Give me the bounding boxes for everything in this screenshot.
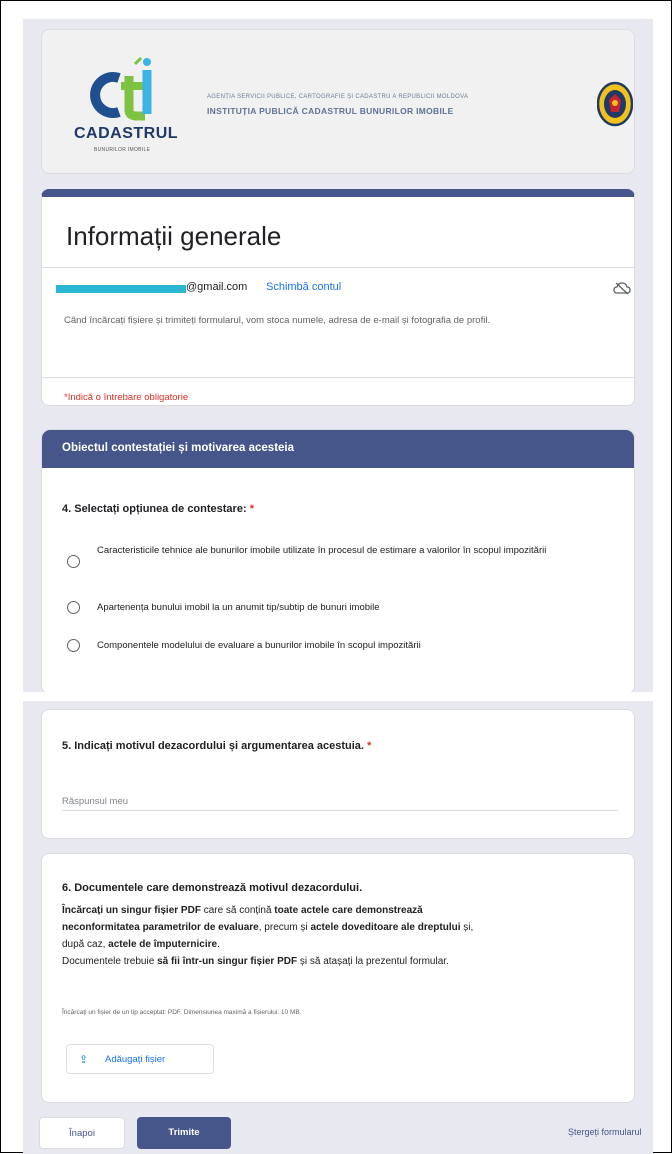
option-3-label[interactable]: Componentele modelului de evaluare a bun… bbox=[97, 639, 607, 653]
desc-bold: Încărcați un singur fișier PDF bbox=[62, 905, 201, 916]
question-6-card: 6. Documentele care demonstrează motivul… bbox=[41, 853, 635, 1103]
answer-underline bbox=[62, 810, 618, 811]
answer-input[interactable]: Răspunsul meu bbox=[62, 796, 128, 807]
desc-text: . bbox=[217, 939, 220, 950]
required-star: * bbox=[249, 503, 254, 515]
add-file-label: Adăugați fișier bbox=[105, 1054, 166, 1065]
redacted-email bbox=[56, 285, 186, 293]
desc-text: și să atașați la prezentul formular. bbox=[297, 956, 449, 967]
desc-bold: să fii într-un singur fișier PDF bbox=[157, 956, 298, 967]
header-banner: CADASTRUL BUNURILOR IMOBILE AGENȚIA SERV… bbox=[41, 29, 635, 174]
required-question-note: *Indică o întrebare obligatorie bbox=[64, 392, 189, 403]
desc-text: după caz, bbox=[62, 939, 109, 950]
question-text: 4. Selectați opțiunea de contestare: bbox=[62, 503, 247, 515]
question-4-label: 4. Selectați opțiunea de contestare: * bbox=[62, 503, 254, 515]
section-title: Obiectul contestației și motivarea acest… bbox=[62, 442, 295, 454]
account-email: @gmail.com bbox=[186, 281, 248, 293]
radio-option-3[interactable] bbox=[67, 639, 80, 652]
submit-button[interactable]: Trimite bbox=[137, 1117, 231, 1149]
contest-section-card: Obiectul contestației și motivarea acest… bbox=[41, 429, 635, 692]
coat-of-arms-icon bbox=[597, 81, 633, 127]
cadastru-logo-icon bbox=[90, 56, 152, 121]
form-title: Informații generale bbox=[66, 221, 282, 251]
logo-subtitle: BUNURILOR IMOBILE bbox=[94, 147, 151, 153]
required-star: * bbox=[367, 740, 372, 752]
desc-text: Documentele trebuie bbox=[62, 956, 158, 967]
upload-hint: Încărcați un fișier de un tip acceptat: … bbox=[62, 1009, 302, 1016]
divider bbox=[42, 377, 634, 378]
submit-label: Trimite bbox=[168, 1127, 200, 1138]
data-collection-notice: Când încărcați fișiere și trimiteți form… bbox=[64, 315, 491, 326]
section-header: Obiectul contestației și motivarea acest… bbox=[42, 430, 634, 468]
divider bbox=[42, 267, 634, 268]
desc-bold: neconformitatea parametrilor de evaluare bbox=[62, 922, 259, 933]
radio-option-2[interactable] bbox=[67, 601, 80, 614]
option-2-label[interactable]: Apartenența bunului imobil la un anumit … bbox=[97, 601, 607, 615]
back-label: Înapoi bbox=[69, 1128, 95, 1139]
form-panel-top: CADASTRUL BUNURILOR IMOBILE AGENȚIA SERV… bbox=[23, 19, 653, 692]
question-5-label: 5. Indicați motivul dezacordului și argu… bbox=[62, 740, 371, 752]
institution-name: INSTITUȚIA PUBLICĂ CADASTRUL BUNURILOR I… bbox=[207, 106, 454, 116]
desc-bold: actele doveditoare ale dreptului bbox=[310, 922, 461, 933]
logo-wordmark: CADASTRUL bbox=[74, 125, 179, 142]
general-info-card: Informații generale @gmail.com Schimbă c… bbox=[41, 189, 635, 406]
question-6-description: Încărcați un singur fișier PDF care să c… bbox=[62, 902, 622, 970]
form-panel-bottom: 5. Indicați motivul dezacordului și argu… bbox=[23, 701, 653, 1154]
desc-text: care să conțină bbox=[200, 905, 275, 916]
desc-bold: actele de împuternicire bbox=[108, 939, 218, 950]
question-5-card: 5. Indicați motivul dezacordului și argu… bbox=[41, 709, 635, 839]
question-text: 5. Indicați motivul dezacordului și argu… bbox=[62, 740, 364, 752]
page-frame: CADASTRUL BUNURILOR IMOBILE AGENȚIA SERV… bbox=[0, 0, 672, 1154]
option-1-label[interactable]: Caracteristicile tehnice ale bunurilor i… bbox=[97, 544, 607, 558]
add-file-button[interactable]: ⇪ Adăugați fișier bbox=[66, 1044, 214, 1074]
cloud-off-icon bbox=[613, 282, 631, 295]
upload-icon: ⇪ bbox=[79, 1054, 89, 1066]
desc-text: , precum și bbox=[258, 922, 311, 933]
radio-option-1[interactable] bbox=[67, 555, 80, 568]
question-6-label: 6. Documentele care demonstrează motivul… bbox=[62, 882, 363, 894]
desc-text: și, bbox=[460, 922, 474, 933]
back-button[interactable]: Înapoi bbox=[39, 1117, 125, 1149]
switch-account-link[interactable]: Schimbă contul bbox=[266, 281, 341, 293]
clear-form-link[interactable]: Ștergeți formularul bbox=[568, 1127, 642, 1137]
agency-name: AGENȚIA SERVICII PUBLICE, CARTOGRAFIE ȘI… bbox=[207, 94, 469, 100]
desc-bold: toate actele care demonstrează bbox=[274, 905, 423, 916]
